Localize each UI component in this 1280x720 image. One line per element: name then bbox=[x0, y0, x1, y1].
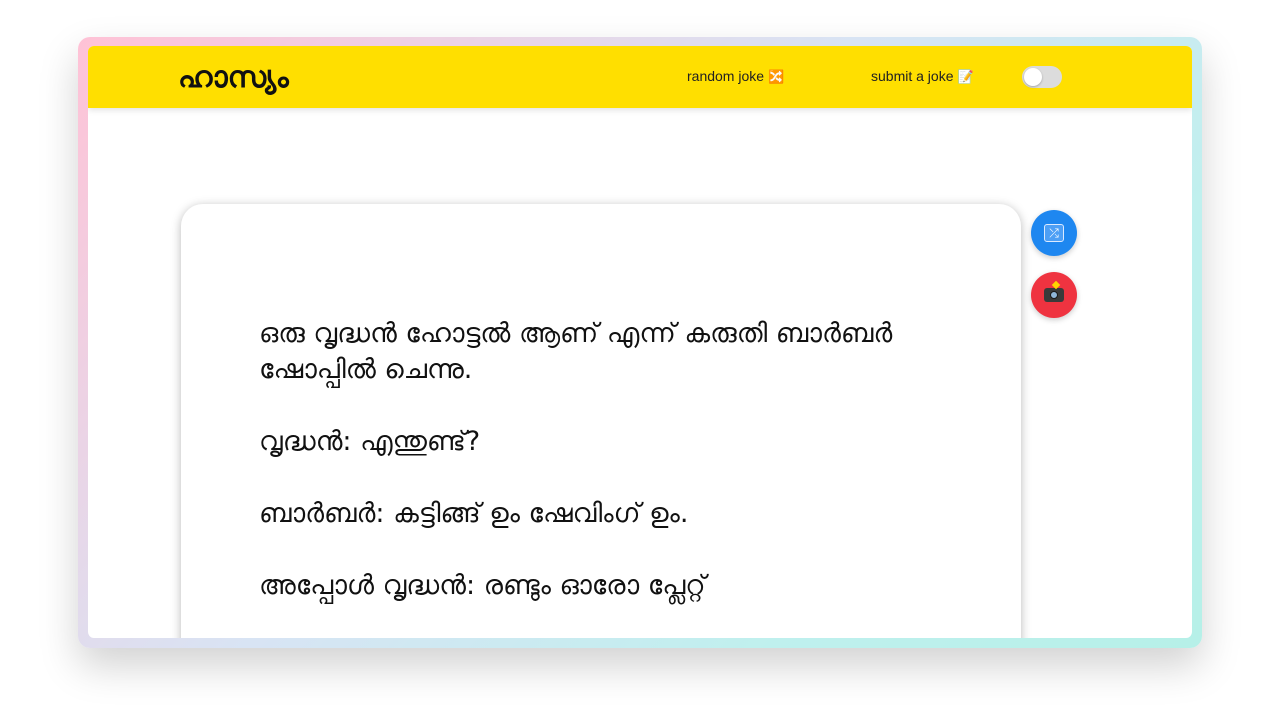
shuffle-icon: 🔀 bbox=[768, 69, 785, 84]
navbar: ഹാസ്യം random joke 🔀 submit a joke 📝 bbox=[88, 46, 1192, 108]
submit-joke-label: submit a joke bbox=[871, 68, 954, 84]
theme-toggle[interactable] bbox=[1022, 66, 1062, 88]
joke-line: ബാർബർ: കട്ടിങ്ങ് ഉം ഷേവിംഗ് ഉം. bbox=[259, 498, 689, 529]
flash-icon bbox=[1051, 280, 1061, 290]
joke-line: ഒരു വൃദ്ധൻ ഹോട്ടൽ ആണ് എന്ന് കരുതി ബാർബർ … bbox=[259, 318, 893, 385]
memo-icon: 📝 bbox=[957, 69, 974, 84]
joke-line: അപ്പോൾ വൃദ്ധൻ: രണ്ടും ഓരോ പ്ലേറ്റ് bbox=[259, 570, 706, 601]
joke-line: വൃദ്ധൻ: എന്തുണ്ട്? bbox=[259, 426, 481, 457]
submit-joke-link[interactable]: submit a joke 📝 bbox=[871, 68, 974, 85]
app-window: ഹാസ്യം random joke 🔀 submit a joke 📝 ഒരു വ… bbox=[88, 46, 1192, 638]
shuffle-icon: ⤮ bbox=[1044, 224, 1064, 242]
random-joke-label: random joke bbox=[687, 68, 765, 84]
joke-card: ഒരു വൃദ്ധൻ ഹോട്ടൽ ആണ് എന്ന് കരുതി ബാർബർ … bbox=[181, 204, 1021, 638]
shuffle-button[interactable]: ⤮ bbox=[1031, 210, 1077, 256]
screenshot-button[interactable] bbox=[1031, 272, 1077, 318]
joke-text: ഒരു വൃദ്ധൻ ഹോട്ടൽ ആണ് എന്ന് കരുതി ബാർബർ … bbox=[259, 316, 939, 638]
toggle-knob bbox=[1024, 68, 1042, 86]
random-joke-link[interactable]: random joke 🔀 bbox=[687, 68, 784, 85]
brand-title[interactable]: ഹാസ്യം bbox=[178, 56, 289, 100]
camera-lens bbox=[1050, 291, 1058, 299]
camera-icon bbox=[1044, 280, 1064, 302]
